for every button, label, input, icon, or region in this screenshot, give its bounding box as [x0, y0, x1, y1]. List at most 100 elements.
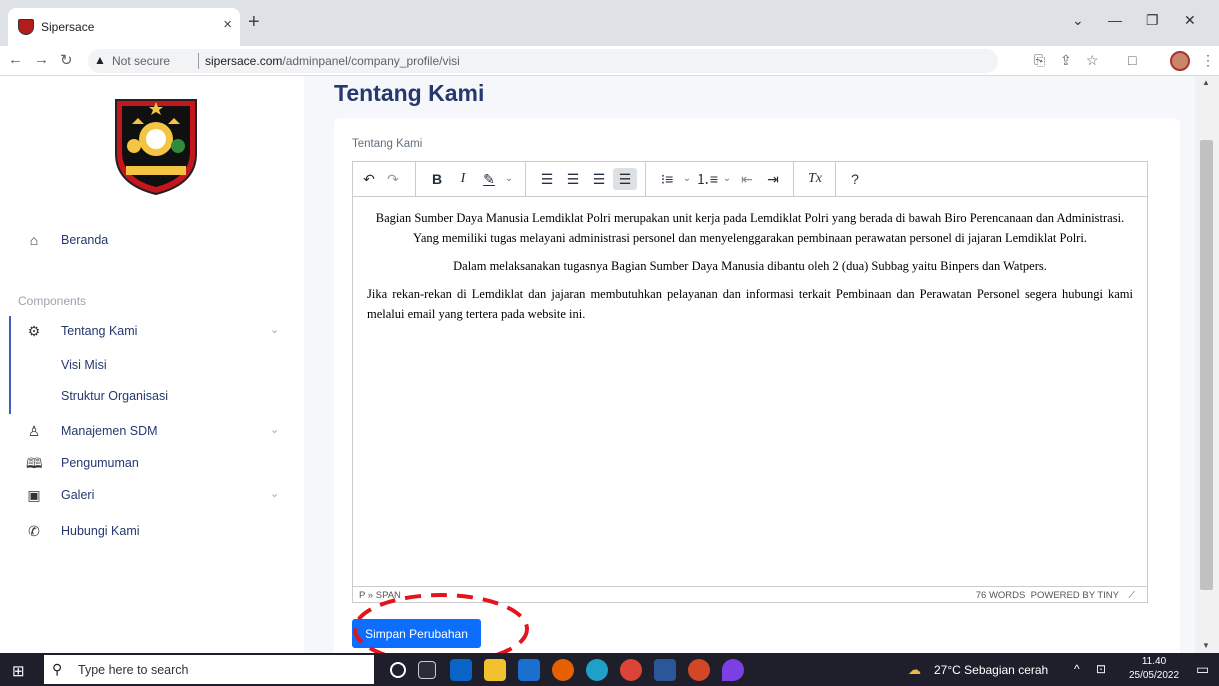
sidebar-item-beranda[interactable]: ⌂ Beranda	[0, 226, 304, 254]
toolbar-divider	[835, 162, 836, 196]
new-tab-button[interactable]: +	[248, 12, 260, 32]
home-icon: ⌂	[29, 232, 39, 248]
redo-icon[interactable]: ↷	[381, 168, 405, 190]
sidebar-item-manajemen-sdm[interactable]: ♙ Manajemen SDM ⌄	[0, 417, 304, 445]
align-justify-icon[interactable]: ☰	[613, 168, 637, 190]
sidebar-item-tentang-kami[interactable]: ⚙ Tentang Kami ⌄	[0, 317, 304, 345]
form-card: Tentang Kami ↶ ↷ B I ✎ ⌄ ☰ ☰ ☰ ☰ ⁝≡ ⌄ ⒈≡…	[334, 118, 1180, 653]
chevron-down-icon: ⌄	[270, 488, 280, 500]
italic-icon[interactable]: I	[451, 168, 475, 190]
minimize-icon[interactable]: —	[1108, 12, 1122, 28]
editor-content[interactable]: Bagian Sumber Daya Manusia Lemdiklat Pol…	[353, 198, 1147, 586]
field-label: Tentang Kami	[352, 138, 423, 150]
toolbar-divider	[415, 162, 416, 196]
firefox-icon[interactable]	[552, 659, 574, 681]
chevron-down-icon[interactable]: ⌄	[497, 168, 521, 190]
sidebar-item-pengumuman[interactable]: 🕮 Pengumuman	[0, 449, 304, 477]
bookmark-star-icon[interactable]: ☆	[1086, 52, 1099, 69]
scroll-up-icon[interactable]: ▲	[1202, 78, 1210, 87]
sidebar-subitem-visi-misi[interactable]: Visi Misi	[61, 358, 107, 372]
page-title: Tentang Kami	[334, 80, 485, 106]
search-placeholder: Type here to search	[78, 663, 189, 677]
bold-icon[interactable]: B	[425, 168, 449, 190]
profile-avatar[interactable]	[1170, 51, 1190, 71]
chevron-down-icon: ⌄	[270, 324, 280, 336]
toolbar-divider	[793, 162, 794, 196]
divider	[198, 53, 199, 69]
phone-icon: ✆	[28, 523, 40, 539]
edge-icon[interactable]	[586, 659, 608, 681]
url-host: sipersace.com	[205, 54, 283, 68]
sidebar-item-galeri[interactable]: ▣ Galeri ⌄	[0, 481, 304, 509]
share-icon[interactable]: ⇪	[1060, 52, 1072, 69]
translate-icon[interactable]: ⎘	[1034, 52, 1045, 69]
align-right-icon[interactable]: ☰	[587, 168, 611, 190]
mail-icon[interactable]	[518, 659, 540, 681]
file-explorer-icon[interactable]	[484, 659, 506, 681]
red-dashed-annotation	[353, 593, 529, 653]
gear-icon: ⚙	[27, 323, 41, 339]
chevron-down-icon[interactable]: ⌄	[1072, 12, 1084, 29]
address-bar[interactable]: ▲ Not secure sipersace.com/adminpanel/co…	[88, 49, 998, 73]
sidebar-item-label: Beranda	[61, 233, 109, 247]
app-drop-icon[interactable]	[722, 659, 744, 681]
browser-tab[interactable]: Sipersace ×	[8, 8, 240, 46]
restore-icon[interactable]: ❐	[1146, 12, 1159, 29]
content-paragraph: Jika rekan-rekan di Lemdiklat dan jajara…	[367, 287, 1133, 321]
sidebar-item-label: Galeri	[61, 488, 95, 502]
menu-kebab-icon[interactable]: ⋮	[1201, 52, 1215, 69]
undo-icon[interactable]: ↶	[357, 168, 381, 190]
page-scrollbar[interactable]: ▲ ▼	[1195, 76, 1219, 653]
reload-icon[interactable]: ↻	[60, 51, 73, 69]
powered-by-link[interactable]: POWERED BY TINY	[1031, 590, 1119, 601]
task-view-icon[interactable]	[418, 661, 436, 679]
sidebar-item-label: Manajemen SDM	[61, 424, 158, 438]
tab-title: Sipersace	[41, 20, 95, 34]
help-icon[interactable]: ?	[843, 168, 867, 190]
tab-close-icon[interactable]: ×	[223, 16, 232, 33]
back-icon[interactable]: ←	[8, 51, 23, 68]
clear-formatting-icon[interactable]: Tx	[803, 168, 827, 190]
network-icon[interactable]: ⊡	[1096, 662, 1106, 676]
clock-time[interactable]: 11.40	[1126, 656, 1182, 667]
powerpoint-icon[interactable]	[688, 659, 710, 681]
content-paragraph: Bagian Sumber Daya Manusia Lemdiklat Pol…	[375, 211, 1125, 245]
url-text: sipersace.com/adminpanel/company_profile…	[205, 54, 460, 68]
outdent-icon[interactable]: ⇤	[735, 168, 759, 190]
sidebar-section-label: Components	[18, 294, 87, 308]
resize-handle-icon[interactable]: ⟋	[1128, 590, 1135, 601]
taskbar-search[interactable]: ⚲ Type here to search	[44, 655, 374, 684]
sidebar: ⌂ Beranda Components ⚙ Tentang Kami ⌄ Vi…	[0, 76, 304, 653]
web-page: ⌂ Beranda Components ⚙ Tentang Kami ⌄ Vi…	[0, 76, 1219, 653]
windows-taskbar: ⊞ ⚲ Type here to search ☁ 27°C Sebagian …	[0, 653, 1219, 686]
clock-date[interactable]: 25/05/2022	[1126, 670, 1182, 681]
weather-text[interactable]: 27°C Sebagian cerah	[934, 663, 1048, 677]
side-panel-icon[interactable]: □	[1128, 52, 1136, 68]
chevron-down-icon: ⌄	[270, 424, 280, 436]
scroll-down-icon[interactable]: ▼	[1202, 641, 1210, 650]
align-center-icon[interactable]: ☰	[561, 168, 585, 190]
content-paragraph: Dalam melaksanakan tugasnya Bagian Sumbe…	[453, 259, 1047, 273]
notification-icon[interactable]: ▭	[1196, 661, 1209, 678]
forward-icon[interactable]: →	[34, 51, 49, 68]
chrome-icon[interactable]	[620, 659, 642, 681]
chevron-up-icon[interactable]: ^	[1074, 662, 1080, 676]
cortana-icon[interactable]	[390, 662, 406, 678]
sidebar-item-label: Hubungi Kami	[61, 524, 140, 538]
search-icon: ⚲	[52, 661, 63, 677]
sidebar-item-hubungi-kami[interactable]: ✆ Hubungi Kami	[0, 517, 304, 545]
toolbar-divider	[525, 162, 526, 196]
sidebar-item-label: Pengumuman	[61, 456, 139, 470]
close-window-icon[interactable]: ✕	[1184, 12, 1196, 29]
browser-tab-bar: Sipersace × + ⌄ — ❐ ✕	[0, 0, 1219, 46]
police-emblem-logo	[115, 99, 197, 196]
sidebar-subitem-struktur-organisasi[interactable]: Struktur Organisasi	[61, 389, 168, 403]
weather-icon: ☁	[908, 662, 921, 677]
indent-icon[interactable]: ⇥	[761, 168, 785, 190]
scroll-thumb[interactable]	[1200, 140, 1213, 590]
word-icon[interactable]	[654, 659, 676, 681]
store-icon[interactable]	[450, 659, 472, 681]
align-left-icon[interactable]: ☰	[535, 168, 559, 190]
word-count-value: 76 WORDS	[975, 590, 1026, 601]
windows-start-icon[interactable]: ⊞	[12, 662, 25, 680]
